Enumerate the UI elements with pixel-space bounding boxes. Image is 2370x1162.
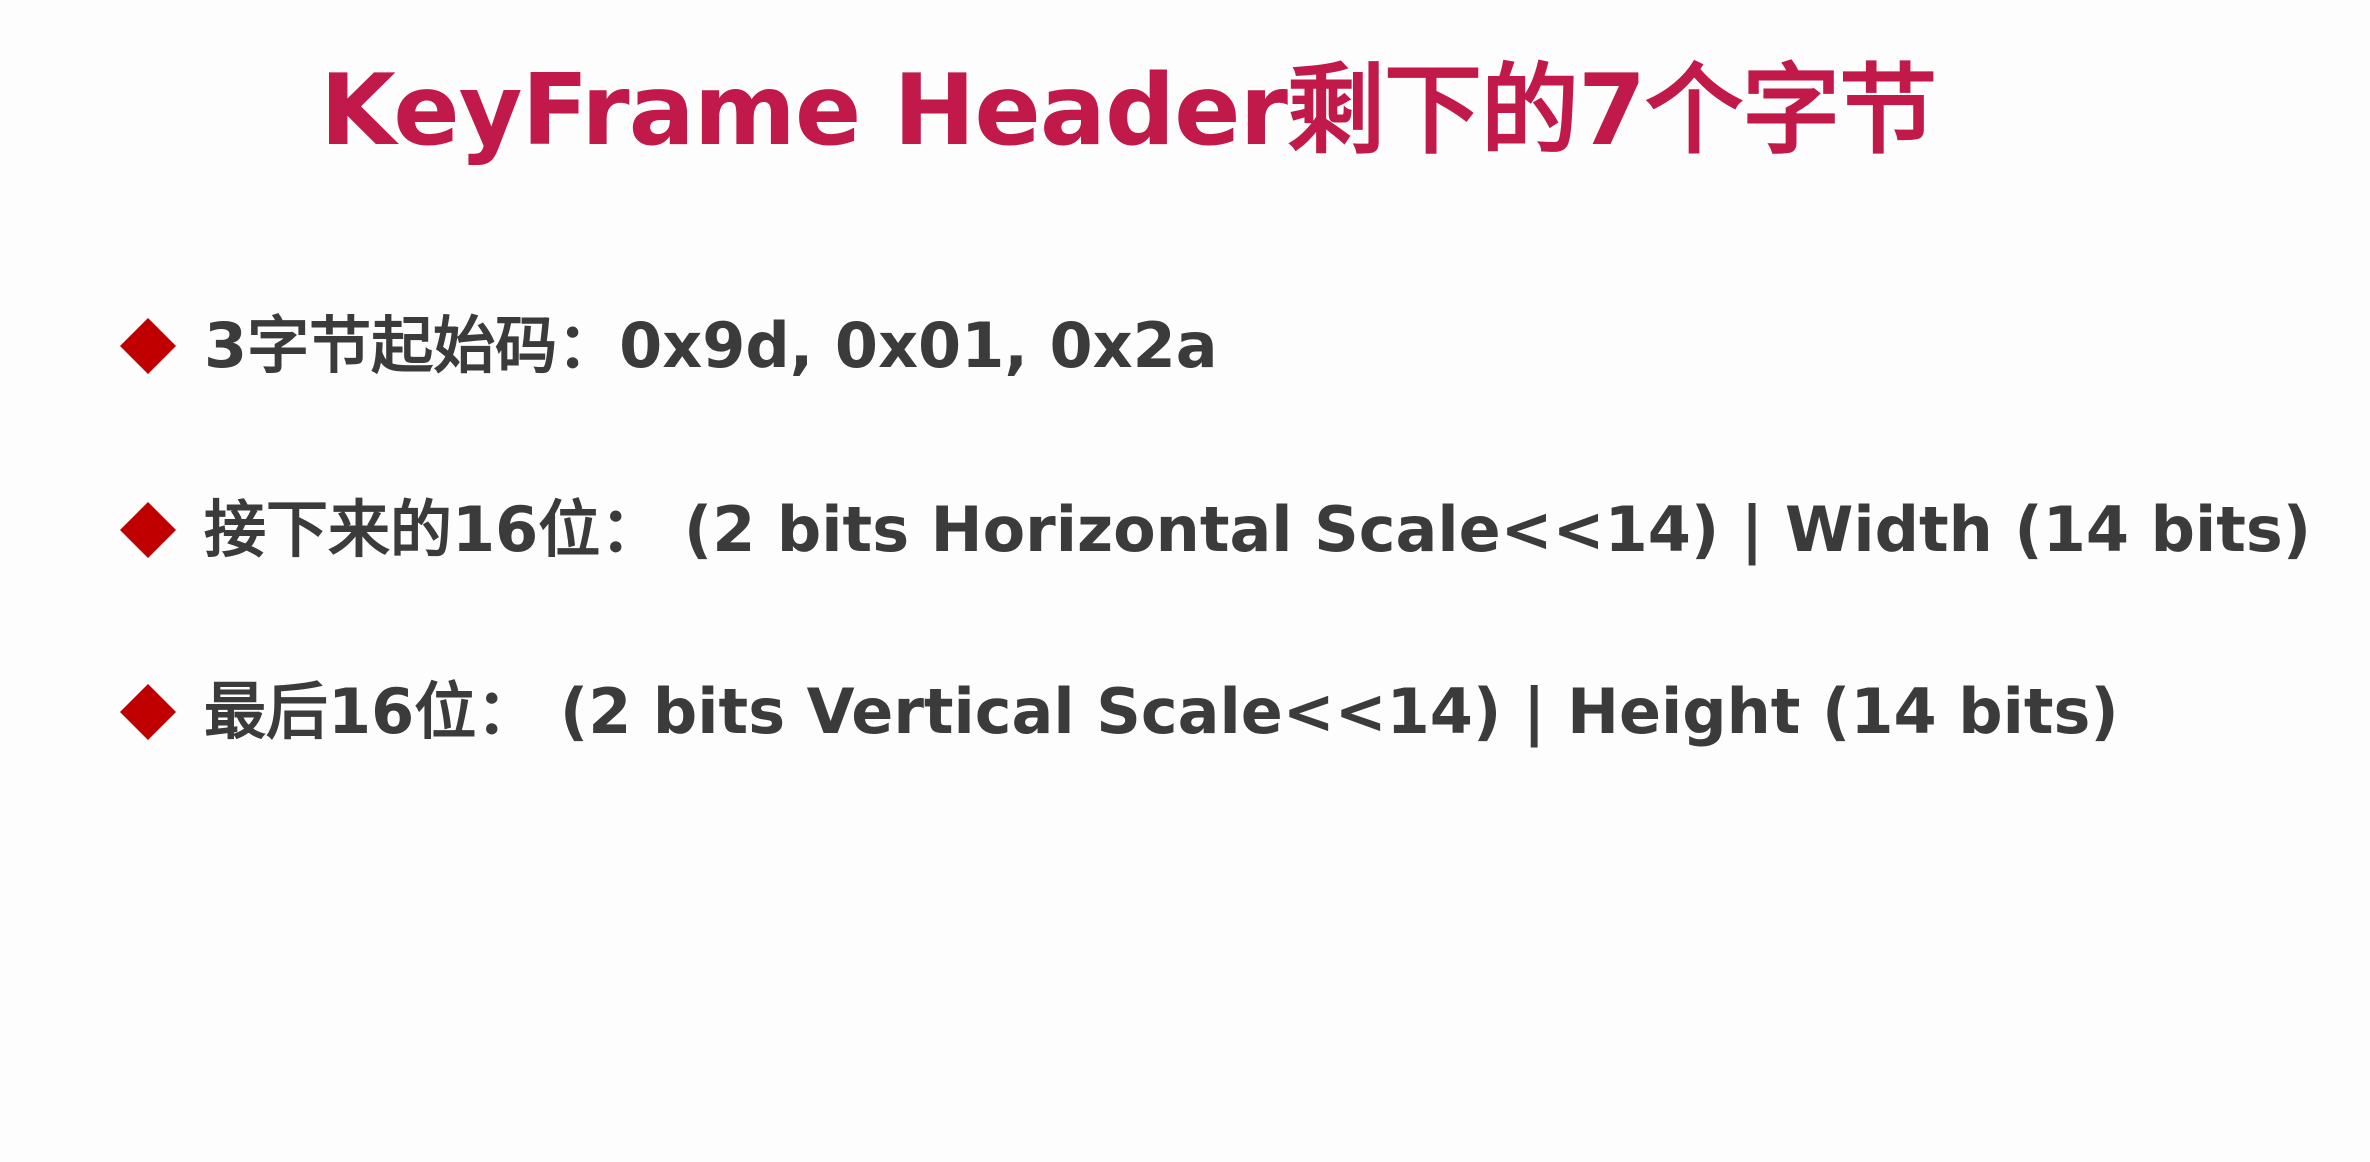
bullet-text: 3字节起始码：0x9d, 0x01, 0x2a bbox=[204, 309, 1218, 382]
diamond-bullet-icon bbox=[120, 502, 176, 558]
diamond-bullet-icon bbox=[120, 318, 176, 374]
slide-title: KeyFrame Header剩下的7个字节 bbox=[320, 54, 1937, 168]
diamond-bullet-icon bbox=[120, 684, 176, 740]
bullet-text: 接下来的16位： (2 bits Horizontal Scale<<14) |… bbox=[204, 493, 2312, 566]
bullet-text: 最后16位： (2 bits Vertical Scale<<14) | Hei… bbox=[204, 675, 2119, 748]
slide: KeyFrame Header剩下的7个字节 3字节起始码：0x9d, 0x01… bbox=[0, 0, 2370, 1162]
